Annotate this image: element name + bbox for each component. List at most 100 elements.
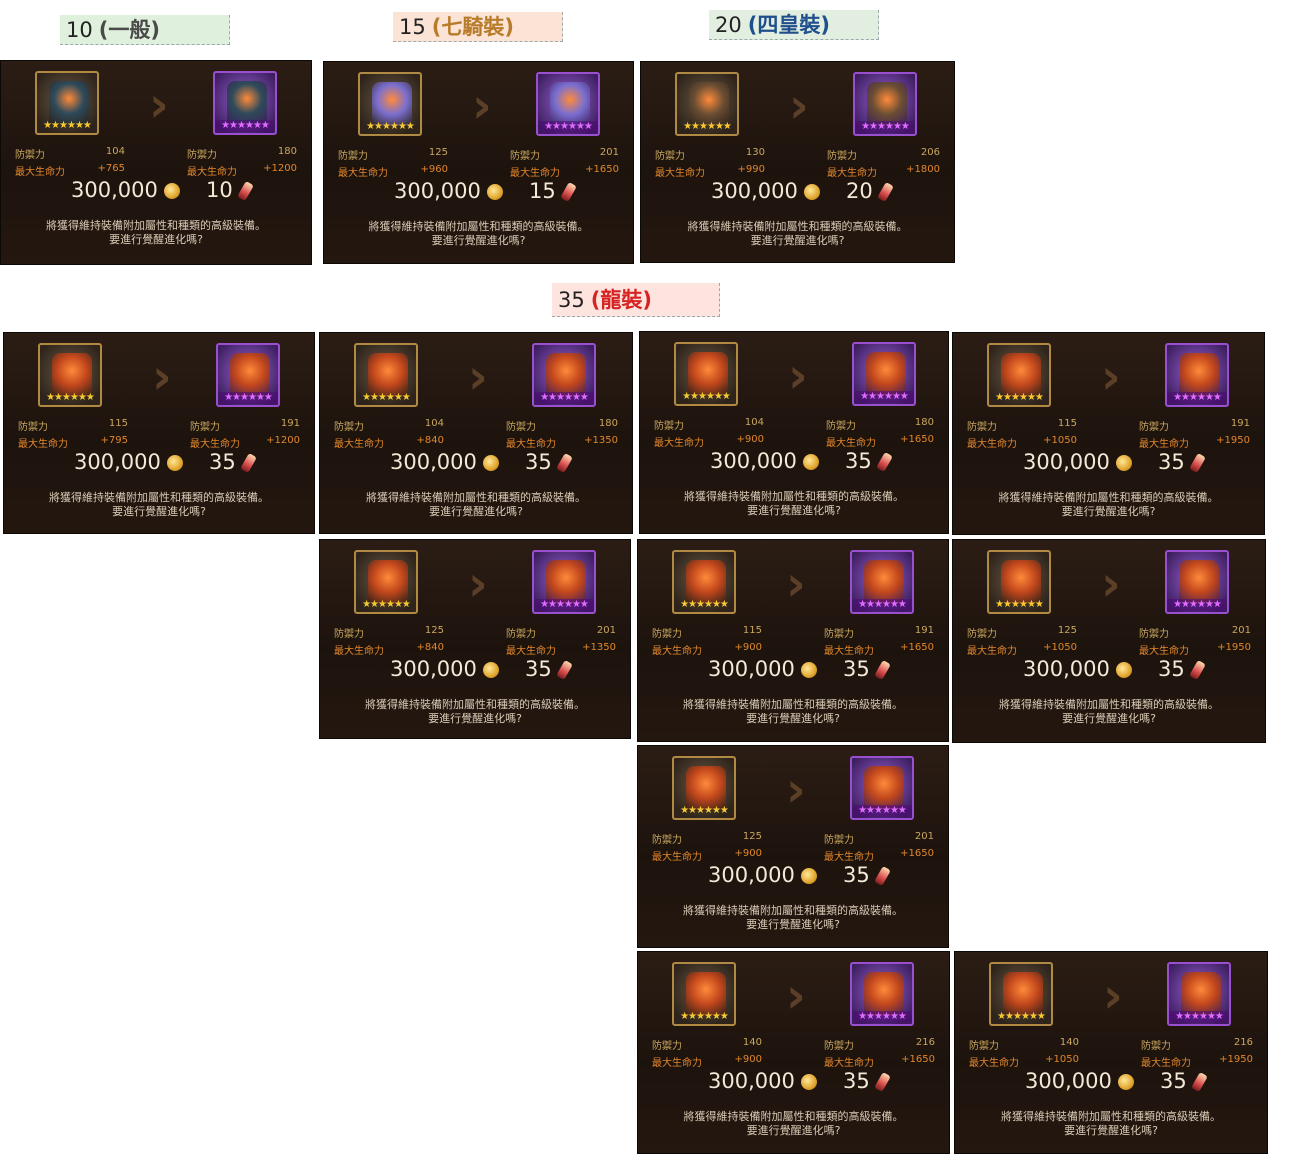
awaken-panel: ★★★★★★ › ★★★★★★ 防禦力 125 最大生命力 +900 防禦力 201 最大生命力 +…: [637, 745, 949, 948]
star-rating: ★★★★★★: [680, 599, 729, 610]
dragon-armor-awakened-icon[interactable]: ★★★★★★: [1165, 343, 1229, 407]
tier-number: 35: [558, 288, 585, 312]
max-hp-label: 最大生命力: [338, 168, 388, 179]
confirm-message: 將獲得維持裝備附加屬性和種類的高級裝備。 要進行覺醒進化嗎?: [953, 698, 1265, 726]
max-hp-to-value: +1800: [906, 164, 940, 175]
emperor-armor-awakened-icon[interactable]: ★★★★★★: [853, 72, 917, 136]
dragon-armor-awakened-icon[interactable]: ★★★★★★: [850, 550, 914, 614]
emperor-armor-icon[interactable]: ★★★★★★: [675, 72, 739, 136]
defense-to-value: 201: [596, 625, 616, 636]
dragon-armor-icon[interactable]: ★★★★★★: [672, 962, 736, 1026]
item-art: [546, 353, 586, 397]
star-rating: ★★★★★★: [46, 392, 95, 403]
chevron-right-icon: ›: [786, 968, 806, 1024]
gauntlet-icon[interactable]: ★★★★★★: [35, 71, 99, 135]
max-hp-to-value: +1200: [266, 435, 300, 446]
gold-coin-icon: [800, 868, 817, 884]
item-art: [368, 353, 408, 397]
defense-label: 防禦力: [1139, 422, 1169, 433]
item-art: [550, 82, 590, 126]
confirm-message-line2: 要進行覺醒進化嗎?: [746, 712, 840, 725]
star-rating: ★★★★★★: [680, 805, 729, 816]
dragon-armor-icon[interactable]: ★★★★★★: [987, 550, 1051, 614]
chevron-right-icon: ›: [152, 349, 172, 405]
dragon-armor-awakened-icon[interactable]: ★★★★★★: [850, 756, 914, 820]
scroll-cost: 20: [846, 179, 894, 203]
item-art: [686, 766, 726, 810]
dragon-armor-awakened-icon[interactable]: ★★★★★★: [852, 342, 916, 406]
dragon-armor-awakened-icon[interactable]: ★★★★★★: [216, 343, 280, 407]
max-hp-from-value: +1050: [1045, 1054, 1079, 1065]
dragon-armor-awakened-icon[interactable]: ★★★★★★: [532, 550, 596, 614]
dragon-armor-icon[interactable]: ★★★★★★: [672, 756, 736, 820]
max-hp-to-value: +1200: [263, 163, 297, 174]
gauntlet-awakened-icon[interactable]: ★★★★★★: [213, 71, 277, 135]
scroll-cost: 15: [529, 179, 577, 203]
knight-chest-icon[interactable]: ★★★★★★: [358, 72, 422, 136]
item-art: [864, 972, 904, 1016]
star-rating: ★★★★★★: [1168, 392, 1226, 404]
chevron-right-icon: ›: [788, 348, 808, 404]
max-hp-label: 最大生命力: [652, 1058, 702, 1069]
defense-to-value: 180: [598, 418, 618, 429]
star-rating: ★★★★★★: [362, 599, 411, 610]
awaken-scroll-icon: [559, 181, 577, 203]
chevron-right-icon: ›: [1103, 968, 1123, 1024]
confirm-message-line2: 要進行覺醒進化嗎?: [750, 234, 845, 247]
gold-cost: 300,000: [710, 449, 819, 473]
max-hp-from-value: +840: [416, 435, 444, 446]
star-rating: ★★★★★★: [219, 392, 277, 404]
item-art: [49, 81, 89, 125]
defense-label: 防禦力: [15, 150, 45, 161]
dragon-armor-icon[interactable]: ★★★★★★: [354, 343, 418, 407]
max-hp-label: 最大生命力: [506, 646, 556, 657]
scroll-count: 35: [845, 449, 872, 473]
gold-coin-icon: [1115, 455, 1132, 471]
defense-label: 防禦力: [652, 1041, 682, 1052]
confirm-message-line2: 要進行覺醒進化嗎?: [746, 918, 840, 931]
dragon-armor-icon[interactable]: ★★★★★★: [987, 343, 1051, 407]
item-art: [227, 81, 267, 125]
confirm-message-line1: 將獲得維持裝備附加屬性和種類的高級裝備。: [368, 220, 589, 233]
gold-cost-value: 300,000: [394, 179, 481, 203]
item-art: [686, 560, 726, 604]
confirm-message-line1: 將獲得維持裝備附加屬性和種類的高級裝備。: [684, 490, 904, 503]
gold-cost: 300,000: [1023, 450, 1132, 474]
dragon-armor-icon[interactable]: ★★★★★★: [354, 550, 418, 614]
confirm-message: 將獲得維持裝備附加屬性和種類的高級裝備。 要進行覺醒進化嗎?: [1, 219, 311, 247]
confirm-message-line2: 要進行覺醒進化嗎?: [429, 505, 523, 518]
max-hp-label: 最大生命力: [334, 439, 384, 450]
dragon-armor-icon[interactable]: ★★★★★★: [38, 343, 102, 407]
chevron-right-icon: ›: [786, 762, 806, 818]
defense-from-value: 125: [428, 147, 448, 158]
gold-coin-icon: [486, 184, 503, 200]
max-hp-label: 最大生命力: [969, 1058, 1019, 1069]
tier-grade: (七騎裝): [431, 15, 514, 39]
awaken-scroll-icon: [876, 181, 894, 203]
awaken-panel: ★★★★★★ › ★★★★★★ 防禦力 140 最大生命力 +900 防禦力 216 最大生命力 +…: [637, 951, 950, 1154]
max-hp-to-value: +1650: [900, 434, 934, 445]
dragon-armor-awakened-icon[interactable]: ★★★★★★: [1167, 962, 1231, 1026]
confirm-message-line2: 要進行覺醒進化嗎?: [109, 233, 203, 246]
item-art: [688, 352, 728, 396]
item-art: [1179, 353, 1219, 397]
defense-to-value: 216: [1233, 1037, 1253, 1048]
awaken-scroll-icon: [873, 865, 891, 887]
scroll-count: 35: [843, 863, 870, 887]
knight-chest-awakened-icon[interactable]: ★★★★★★: [536, 72, 600, 136]
dragon-armor-awakened-icon[interactable]: ★★★★★★: [850, 962, 914, 1026]
dragon-armor-icon[interactable]: ★★★★★★: [989, 962, 1053, 1026]
dragon-armor-awakened-icon[interactable]: ★★★★★★: [1165, 550, 1229, 614]
max-hp-label: 最大生命力: [506, 439, 556, 450]
awaken-scroll-icon: [873, 659, 891, 681]
defense-label: 防禦力: [652, 629, 682, 640]
tier-number: 15: [399, 15, 426, 39]
awaken-panel: ★★★★★★ › ★★★★★★ 防禦力 115 最大生命力 +900 防禦力 191 最大生命力 +…: [637, 539, 949, 742]
chevron-right-icon: ›: [468, 349, 488, 405]
dragon-armor-awakened-icon[interactable]: ★★★★★★: [532, 343, 596, 407]
confirm-message-line2: 要進行覺醒進化嗎?: [428, 712, 522, 725]
dragon-armor-icon[interactable]: ★★★★★★: [672, 550, 736, 614]
awaken-panel: ★★★★★★ › ★★★★★★ 防禦力 104 最大生命力 +900 防禦力 180 最大生命力 +…: [639, 331, 949, 534]
dragon-armor-icon[interactable]: ★★★★★★: [674, 342, 738, 406]
item-art: [1003, 972, 1043, 1016]
